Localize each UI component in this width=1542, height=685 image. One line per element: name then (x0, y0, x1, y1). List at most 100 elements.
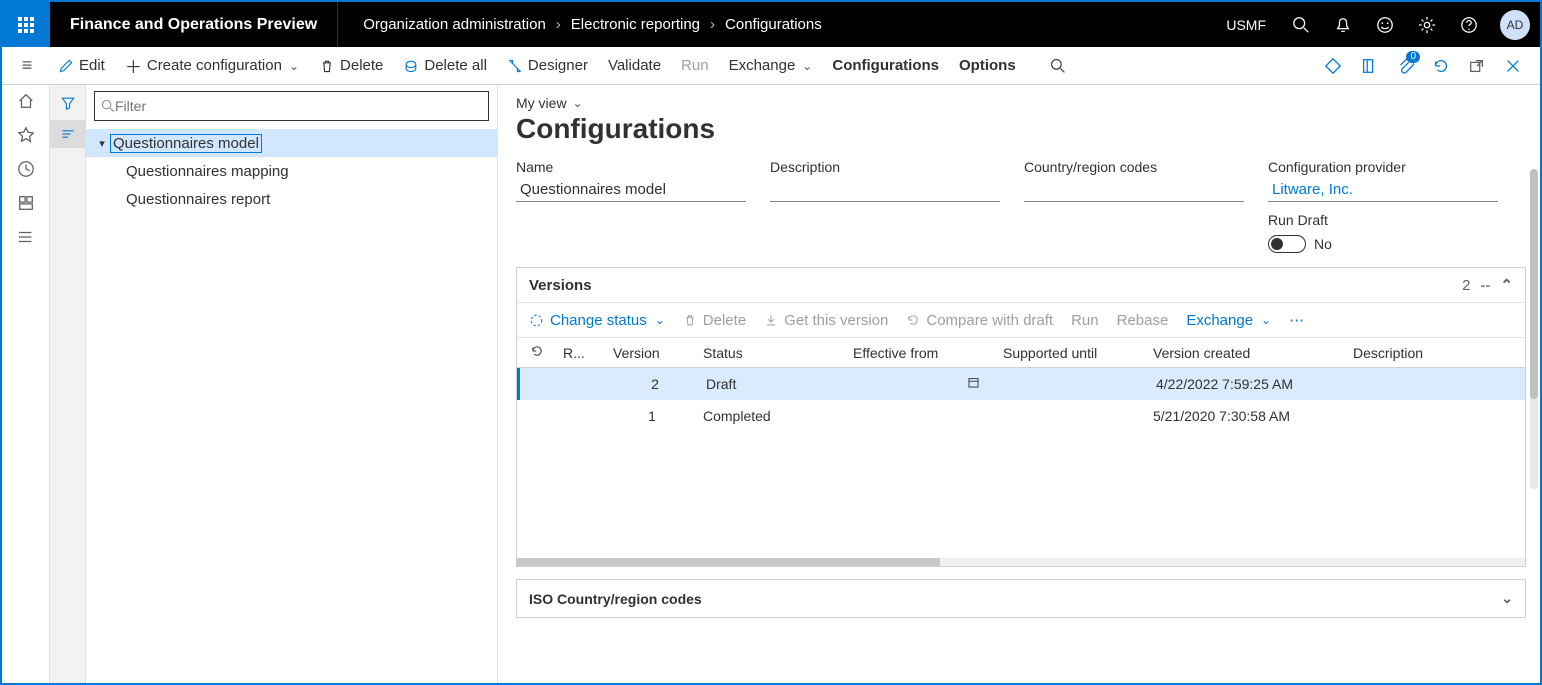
topbar: Finance and Operations Preview Organizat… (2, 2, 1540, 47)
col-version[interactable]: Version (607, 339, 697, 367)
change-status-button[interactable]: Change status ⌄ (529, 312, 665, 329)
chevron-down-icon: ⌄ (1261, 313, 1271, 327)
breadcrumb-item[interactable]: Configurations (725, 16, 822, 33)
exchange-button[interactable]: Exchange ⌄ (719, 47, 823, 85)
avatar[interactable]: AD (1500, 10, 1530, 40)
dashes: -- (1470, 277, 1500, 294)
field-name: Name Questionnaires model (516, 159, 746, 253)
tree-node-root[interactable]: ▾ Questionnaires model (86, 129, 497, 157)
modules-icon[interactable] (16, 227, 36, 247)
diamond-icon[interactable] (1318, 51, 1348, 81)
exchange-label: Exchange (729, 57, 796, 74)
run-button: Run (671, 47, 719, 85)
country-value[interactable] (1024, 178, 1244, 202)
smile-icon[interactable] (1364, 2, 1406, 47)
cell-effective[interactable] (850, 372, 1000, 396)
cell-version: 2 (610, 372, 700, 396)
plus-icon: ＋ (125, 53, 142, 78)
col-effective[interactable]: Effective from (847, 339, 997, 367)
delete-all-label: Delete all (424, 57, 487, 74)
related-pane-toggle[interactable] (50, 120, 86, 148)
configurations-label: Configurations (832, 57, 939, 74)
tree-filter-input[interactable] (115, 98, 482, 114)
versions-run-button: Run (1071, 312, 1099, 329)
chevron-down-icon: ⌄ (289, 59, 299, 73)
provider-value[interactable]: Litware, Inc. (1268, 178, 1498, 202)
more-icon[interactable]: ⋯ (1289, 311, 1304, 329)
refresh-icon[interactable] (1426, 51, 1456, 81)
provider-label: Configuration provider (1268, 159, 1498, 175)
designer-button[interactable]: Designer (497, 47, 598, 85)
cell-desc (1347, 412, 1525, 420)
tree-node-child[interactable]: Questionnaires report (86, 185, 497, 213)
tree-node-label: Questionnaires report (126, 191, 270, 208)
table-row[interactable]: 1 Completed 5/21/2020 7:30:58 AM (517, 400, 1525, 432)
run-draft-toggle[interactable] (1268, 235, 1306, 253)
bell-icon[interactable] (1322, 2, 1364, 47)
waffle-launcher[interactable] (2, 2, 50, 47)
company-picker[interactable]: USMF (1212, 17, 1280, 33)
name-value[interactable]: Questionnaires model (516, 178, 746, 202)
versions-header[interactable]: Versions 2 -- ⌃ (517, 268, 1525, 303)
col-created[interactable]: Version created (1147, 339, 1347, 367)
delete-all-button[interactable]: Delete all (393, 47, 497, 85)
col-description[interactable]: Description (1347, 339, 1525, 367)
open-in-office-icon[interactable] (1354, 51, 1384, 81)
chevron-down-icon[interactable]: ⌄ (1501, 590, 1513, 607)
breadcrumb-item[interactable]: Electronic reporting (571, 16, 700, 33)
page-title: Configurations (516, 113, 1526, 145)
validate-button[interactable]: Validate (598, 47, 671, 85)
horizontal-scrollbar[interactable] (517, 558, 1525, 566)
compare-button: Compare with draft (906, 312, 1053, 329)
close-icon[interactable] (1498, 51, 1528, 81)
cell-created: 5/21/2020 7:30:58 AM (1147, 404, 1347, 428)
breadcrumb-item[interactable]: Organization administration (363, 16, 546, 33)
vertical-scrollbar[interactable] (1530, 169, 1538, 489)
versions-delete-button: Delete (683, 312, 746, 329)
configurations-button[interactable]: Configurations (822, 47, 949, 85)
versions-exchange-button[interactable]: Exchange ⌄ (1186, 312, 1271, 329)
col-status[interactable]: Status (697, 339, 847, 367)
versions-count: 2 (1462, 277, 1470, 294)
caret-down-icon[interactable]: ▾ (94, 137, 110, 150)
chevron-down-icon: ⌄ (573, 96, 583, 110)
edit-button[interactable]: Edit (48, 47, 115, 85)
create-configuration-button[interactable]: ＋ Create configuration ⌄ (115, 47, 309, 85)
cell-supported (1000, 380, 1150, 388)
attachments-icon[interactable]: 0 (1390, 51, 1420, 81)
validate-label: Validate (608, 57, 661, 74)
versions-delete-label: Delete (703, 312, 746, 329)
field-country: Country/region codes (1024, 159, 1244, 253)
delete-button[interactable]: Delete (309, 47, 393, 85)
star-icon[interactable] (16, 125, 36, 145)
cell-status: Draft (700, 372, 850, 396)
workspaces-icon[interactable] (16, 193, 36, 213)
versions-run-label: Run (1071, 312, 1099, 329)
cell-created: 4/22/2022 7:59:25 AM (1150, 372, 1350, 396)
col-supported[interactable]: Supported until (997, 339, 1147, 367)
chevron-up-icon[interactable]: ⌃ (1500, 276, 1513, 294)
gear-icon[interactable] (1406, 2, 1448, 47)
tree-filter[interactable] (94, 91, 489, 121)
tree-node-child[interactable]: Questionnaires mapping (86, 157, 497, 185)
col-r[interactable]: R... (557, 339, 607, 367)
tree: ▾ Questionnaires model Questionnaires ma… (86, 125, 497, 213)
table-row[interactable]: 2 Draft 4/22/2022 7:59:25 AM (517, 368, 1525, 400)
help-icon[interactable] (1448, 2, 1490, 47)
filter-icon[interactable] (60, 91, 76, 114)
recent-icon[interactable] (16, 159, 36, 179)
filter-rail (50, 85, 86, 683)
view-selector[interactable]: My view ⌄ (516, 95, 583, 111)
action-search-icon[interactable] (1040, 47, 1076, 85)
get-version-label: Get this version (784, 312, 888, 329)
nav-toggle[interactable]: ≡ (6, 55, 48, 76)
options-button[interactable]: Options (949, 47, 1026, 85)
popout-icon[interactable] (1462, 51, 1492, 81)
iso-header[interactable]: ISO Country/region codes ⌄ (517, 580, 1525, 617)
search-icon[interactable] (1280, 2, 1322, 47)
edit-label: Edit (79, 57, 105, 74)
description-value[interactable] (770, 178, 1000, 202)
refresh-column-icon[interactable] (517, 338, 557, 367)
chevron-right-icon: › (710, 16, 715, 33)
home-icon[interactable] (16, 91, 36, 111)
